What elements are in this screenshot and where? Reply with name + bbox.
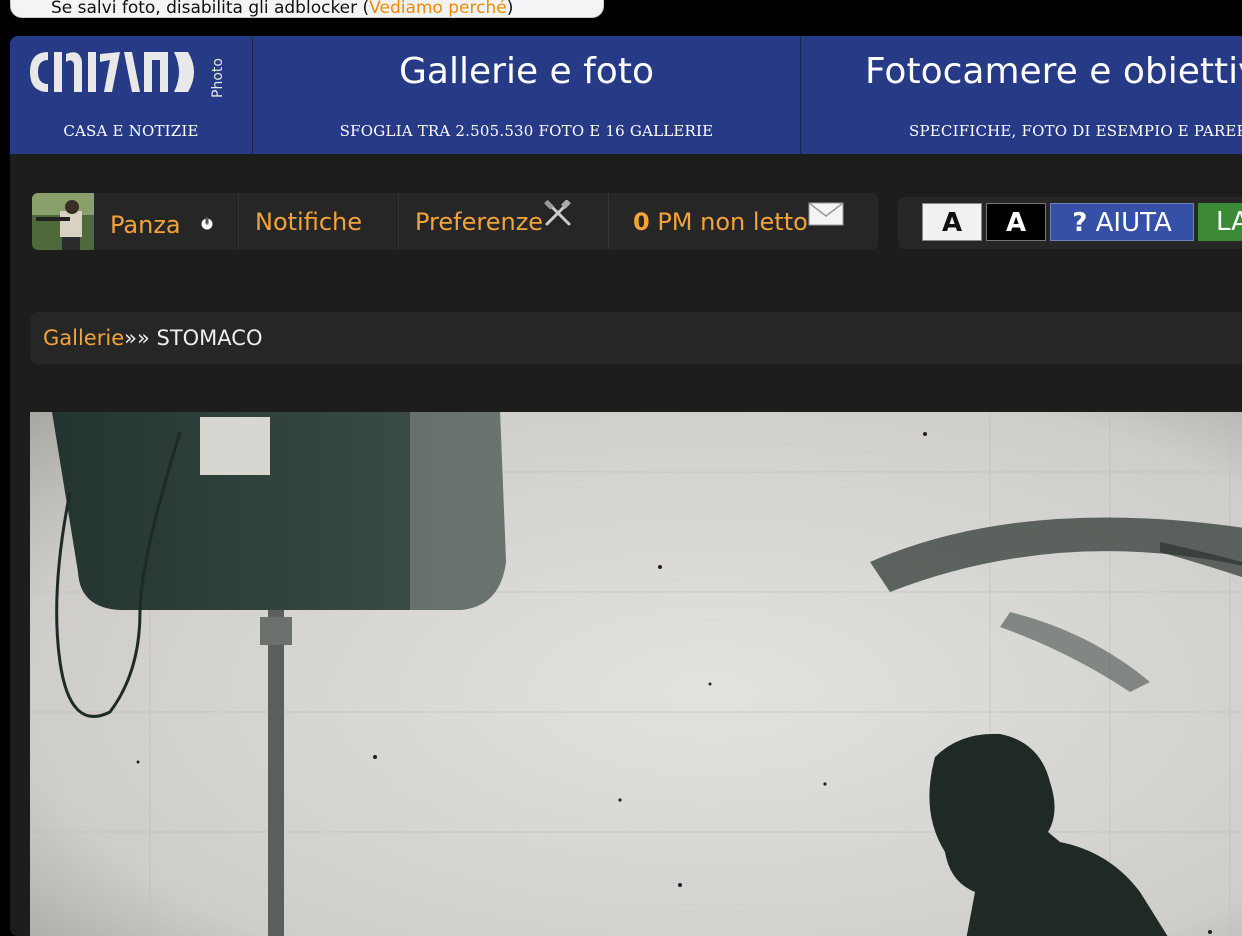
user-menu[interactable]: Panza (94, 193, 239, 250)
username: Panza (110, 211, 181, 239)
notifications-link[interactable]: Notifiche (239, 193, 399, 250)
top-navigation: Photo CASA E NOTIZIE Gallerie e foto SFO… (10, 36, 1242, 154)
nav-cameras[interactable]: Fotocamere e obiettivi SPECIFICHE, FOTO … (801, 36, 1242, 154)
nav-cameras-title: Fotocamere e obiettivi (865, 51, 1242, 92)
help-button[interactable]: ? AIUTA (1050, 203, 1194, 241)
nav-galleries[interactable]: Gallerie e foto SFOGLIA TRA 2.505.530 FO… (253, 36, 801, 154)
pm-count: 0 (633, 208, 650, 236)
pm-label: PM non letto (649, 208, 808, 236)
language-button[interactable]: LA (1198, 203, 1242, 241)
main-panel: Photo CASA E NOTIZIE Gallerie e foto SFO… (10, 36, 1242, 936)
notice-link[interactable]: Vediamo perché (369, 0, 507, 17)
breadcrumb-current: STOMACO (156, 326, 263, 350)
preferences-link[interactable]: Preferenze (399, 193, 609, 250)
help-label: AIUTA (1087, 208, 1172, 238)
envelope-icon (808, 202, 844, 226)
nav-home[interactable]: Photo CASA E NOTIZIE (10, 36, 253, 154)
nav-cameras-subtitle: SPECIFICHE, FOTO DI ESEMPIO E PARERI (909, 122, 1242, 140)
pm-link[interactable]: 0 PM non letto (609, 193, 878, 250)
logo-photo-text: Photo (210, 58, 226, 98)
nav-galleries-title: Gallerie e foto (399, 51, 654, 92)
breadcrumb-separator: »» (124, 326, 157, 350)
tools-icon (544, 199, 572, 226)
nav-galleries-subtitle: SFOGLIA TRA 2.505.530 FOTO E 16 GALLERIE (339, 122, 714, 140)
breadcrumb-galleries-link[interactable]: Gallerie (43, 326, 124, 350)
preferences-label: Preferenze (415, 208, 544, 236)
notice-tail: ) (506, 0, 514, 18)
site-logo: Photo (30, 52, 226, 98)
light-theme-button[interactable]: A (922, 203, 982, 241)
adblock-notice: i Se salvi foto, disabilita gli adblocke… (10, 0, 604, 18)
dark-theme-button[interactable]: A (986, 203, 1046, 241)
theme-bar: A A ? AIUTA LA (898, 197, 1242, 249)
help-question-icon: ? (1072, 208, 1088, 238)
notice-text: Se salvi foto, disabilita gli adblocker … (51, 0, 370, 18)
notifications-label: Notifiche (255, 208, 363, 236)
breadcrumb: Gallerie»» STOMACO (30, 312, 1242, 364)
nav-home-subtitle: CASA E NOTIZIE (63, 122, 199, 140)
user-bar: Panza Notifiche Preferenze 0 PM non lett… (32, 193, 878, 250)
logout-icon[interactable] (201, 193, 213, 230)
avatar[interactable] (32, 193, 94, 250)
gallery-photo[interactable] (30, 412, 1242, 936)
